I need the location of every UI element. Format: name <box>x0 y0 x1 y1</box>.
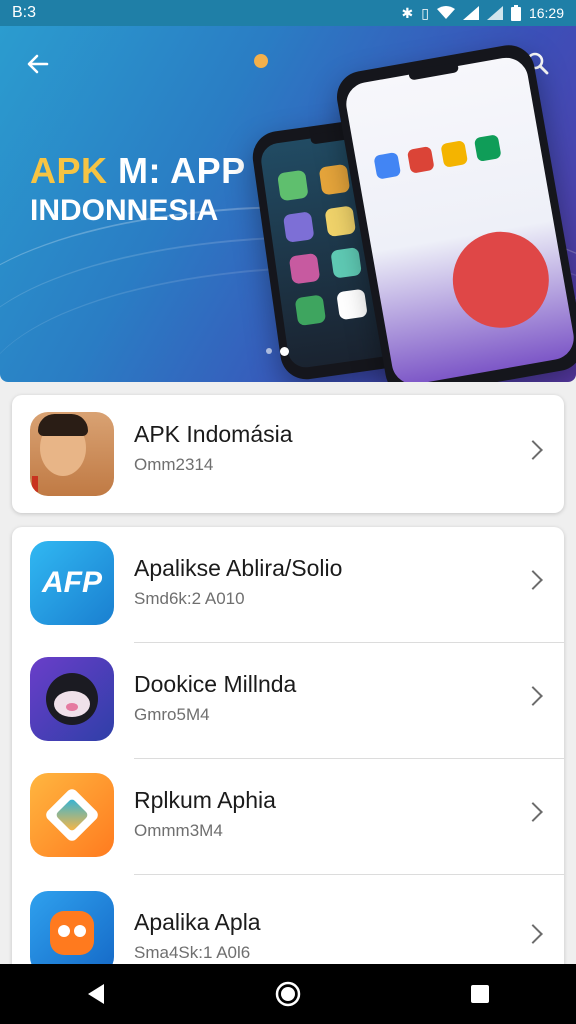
app-subtitle: Sma4Sk:1 A0l6 <box>134 943 251 962</box>
owl-body <box>50 911 94 955</box>
featured-app-title: APK Indomásia <box>134 421 293 447</box>
system-nav-bar <box>0 964 576 1024</box>
chevron-right-icon <box>523 802 543 822</box>
diamond-app-icon <box>30 773 114 857</box>
app-subtitle: Ommm3M4 <box>134 821 223 840</box>
hero-title-accent: APK <box>30 150 108 191</box>
list-item[interactable]: Rplkum Aphia Ommm3M4 <box>12 759 564 875</box>
signal-icon <box>486 6 503 20</box>
signal-icon <box>462 6 479 20</box>
app-subtitle: Smd6k:2 A010 <box>134 589 245 608</box>
hero-subtitle: INDONNESIA <box>30 194 219 227</box>
hero-title: APK M: APP <box>30 150 246 192</box>
wifi-icon <box>436 6 455 19</box>
app-subtitle: Gmro5M4 <box>134 705 210 724</box>
triangle-back-icon <box>88 984 104 1004</box>
hero-title-rest: M: APP <box>107 150 246 191</box>
app-badge-illustration <box>445 224 557 336</box>
afp-app-icon-text: AFP <box>42 566 102 599</box>
list-item[interactable]: Apalika Apla Sma4Sk:1 A0l6 <box>12 875 564 967</box>
penguin-app-icon <box>30 657 114 741</box>
hero-banner[interactable]: APK M: APP INDONNESIA <box>0 26 576 382</box>
status-bar: B:3 ✱ ▯ 16:29 <box>0 0 576 26</box>
chevron-right-icon <box>523 570 543 590</box>
featured-app-row[interactable]: ​ APK Indomásia Omm2314 <box>12 395 564 513</box>
status-time-left: B:3 <box>12 4 37 21</box>
icon-label-decoration: ​ <box>32 476 38 492</box>
app-title: Apalikse Ablira/Solio <box>134 555 343 581</box>
bluetooth-icon: ✱ <box>401 4 414 21</box>
owl-eye <box>58 925 70 937</box>
phone-screen <box>342 54 576 382</box>
chevron-right-icon <box>523 440 543 460</box>
circle-home-icon <box>275 981 301 1007</box>
featured-app-card[interactable]: ​ APK Indomásia Omm2314 <box>12 395 564 513</box>
arrow-left-icon <box>27 54 49 74</box>
battery-icon <box>510 5 521 21</box>
featured-app-subtitle: Omm2314 <box>134 455 214 474</box>
app-title: Apalika Apla <box>134 909 261 935</box>
featured-app-icon: ​ <box>30 412 114 496</box>
list-item[interactable]: AFP Apalikse Ablira/Solio Smd6k:2 A010 <box>12 527 564 643</box>
app-title: Rplkum Aphia <box>134 787 276 813</box>
carousel-dot-active[interactable] <box>280 347 289 356</box>
carousel-indicator[interactable] <box>266 347 289 356</box>
owl-eye <box>74 925 86 937</box>
nav-home-button[interactable] <box>258 964 318 1024</box>
chevron-right-icon <box>523 924 543 944</box>
afp-app-icon: AFP <box>30 541 114 625</box>
owl-app-icon <box>30 891 114 967</box>
hair-illustration <box>38 414 88 436</box>
app-list-card: AFP Apalikse Ablira/Solio Smd6k:2 A010 D… <box>12 527 564 967</box>
app-row-illustration <box>373 134 502 180</box>
square-recents-icon <box>471 985 489 1003</box>
list-item[interactable]: Dookice Millnda Gmro5M4 <box>12 643 564 759</box>
app-title: Dookice Millnda <box>134 671 297 697</box>
penguin-beak <box>66 703 78 711</box>
vibrate-icon: ▯ <box>421 4 429 21</box>
carousel-dot[interactable] <box>266 348 272 354</box>
status-icons: ✱ ▯ 16:29 <box>401 4 564 22</box>
status-time-right: 16:29 <box>528 5 564 21</box>
nav-recents-button[interactable] <box>450 964 510 1024</box>
chevron-right-icon <box>523 686 543 706</box>
back-button[interactable] <box>20 46 56 82</box>
decorative-dot <box>254 54 268 68</box>
nav-back-button[interactable] <box>66 964 126 1024</box>
